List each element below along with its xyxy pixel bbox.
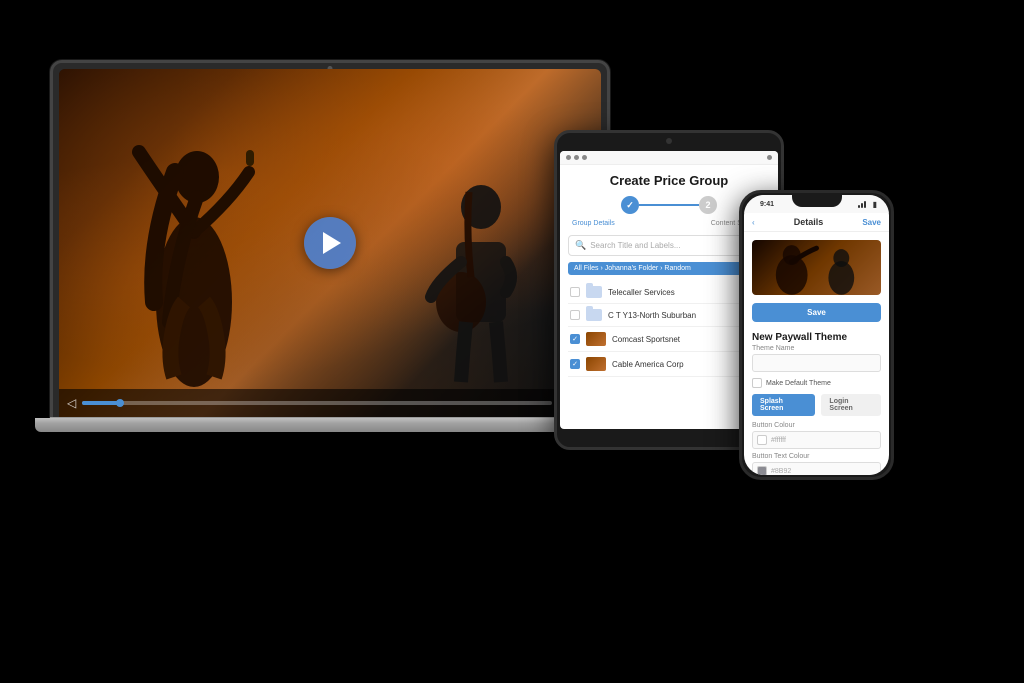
phone-screen: 9:41 ▮ ‹ Details Save [744,195,889,475]
checkbox-1[interactable] [570,287,580,297]
signal-icon [858,201,870,208]
phone-notch [792,193,842,207]
scene: ◁ 0:06 ⤢ [0,0,1024,683]
signal-3 [864,201,866,208]
singer-silhouette [119,102,289,392]
button-color-input[interactable]: #ffffff [752,431,881,449]
default-theme-row: Make Default Theme [752,378,881,388]
phone-save-btn[interactable]: Save [752,303,881,322]
tablet-battery [767,155,772,160]
phone: 9:41 ▮ ‹ Details Save [739,190,894,480]
checkbox-3[interactable]: ✓ [570,334,580,344]
laptop-base [35,418,625,432]
signal-1 [858,205,860,208]
laptop-screen: ◁ 0:06 ⤢ [59,69,601,417]
button-color-value: #ffffff [771,437,786,444]
step-1-label: Group Details [572,220,615,227]
phone-time: 9:41 [760,201,774,208]
step-2: 2 [699,196,717,214]
guitarist-silhouette [411,132,551,392]
video-thumb-2 [586,357,606,371]
video-player: ◁ 0:06 ⤢ [59,69,601,417]
phone-header: ‹ Details Save [744,213,889,232]
button-text-color-input[interactable]: #8B92 [752,462,881,475]
signal-2 [861,203,863,208]
button-text-color-value: #8B92 [771,468,791,475]
splash-screen-tab[interactable]: Splash Screen [752,394,815,416]
screen-tabs: Splash Screen Login Screen [752,394,881,416]
phone-form: Theme Name Make Default Theme Splash Scr… [744,345,889,475]
button-color-label: Button Colour [752,422,881,429]
video-controls: ◁ 0:06 ⤢ [59,389,601,417]
status-dot-2 [574,155,579,160]
battery-icon [767,155,772,160]
video-thumb-1 [586,332,606,346]
play-icon [323,232,341,254]
progress-fill [82,401,120,405]
button-color-swatch [757,435,767,445]
checkbox-2[interactable] [570,310,580,320]
default-theme-label: Make Default Theme [766,380,831,387]
button-text-color-label: Button Text Colour [752,453,881,460]
tablet-status-icons [566,155,587,160]
step-line [639,204,699,206]
folder-icon-2 [586,309,602,321]
login-screen-tab[interactable]: Login Screen [821,394,881,416]
button-text-color-swatch [757,466,767,475]
phone-save-label: Save [807,308,826,317]
search-icon: 🔍 [575,240,586,251]
status-dot-1 [566,155,571,160]
phone-section-title: New Paywall Theme [744,326,889,345]
tablet-title: Create Price Group [568,173,770,188]
battery-icon: ▮ [873,200,877,209]
tablet-status-bar [560,151,778,165]
breadcrumb-text: All Files › Johanna's Folder › Random [574,265,691,272]
volume-icon[interactable]: ◁ [67,396,76,410]
phone-header-title: Details [794,217,824,227]
checkbox-4[interactable]: ✓ [570,359,580,369]
default-theme-checkbox[interactable] [752,378,762,388]
video-overlay [752,240,881,295]
theme-name-input[interactable] [752,354,881,372]
tablet-camera [666,138,672,144]
laptop: ◁ 0:06 ⤢ [50,60,630,480]
back-button[interactable]: ‹ [752,218,755,227]
laptop-bezel: ◁ 0:06 ⤢ [50,60,610,420]
folder-icon-1 [586,286,602,298]
progress-bar[interactable] [82,401,552,405]
play-button[interactable] [304,217,356,269]
phone-video-thumbnail [752,240,881,295]
progress-thumb [116,399,124,407]
phone-status-icons: ▮ [858,200,877,209]
save-button[interactable]: Save [862,218,881,227]
status-dot-3 [582,155,587,160]
step-1: ✓ [621,196,639,214]
search-placeholder: Search Title and Labels... [590,241,680,250]
theme-name-label: Theme Name [752,345,881,352]
